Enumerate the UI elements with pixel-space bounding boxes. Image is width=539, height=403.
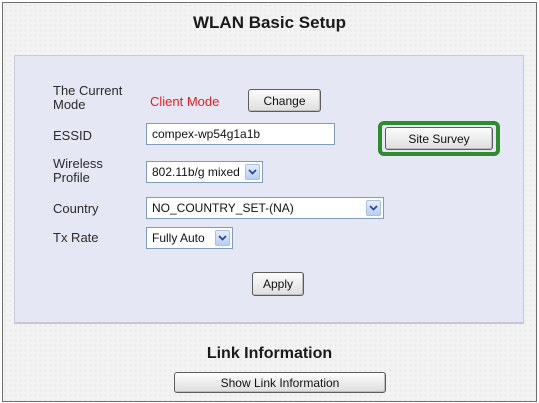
country-value: NO_COUNTRY_SET-(NA): [152, 201, 294, 215]
page-title: WLAN Basic Setup: [192, 13, 347, 32]
apply-button[interactable]: Apply: [252, 272, 304, 296]
country-label: Country: [53, 201, 99, 216]
tx-rate-select[interactable]: Fully Auto: [146, 227, 233, 249]
link-information-title: Link Information: [206, 345, 333, 362]
current-mode-label: The Current Mode: [53, 83, 123, 112]
essid-input[interactable]: compex-wp54g1a1b: [146, 123, 335, 145]
wireless-profile-select[interactable]: 802.11b/g mixed: [146, 161, 263, 183]
change-button[interactable]: Change: [248, 89, 321, 112]
tx-rate-value: Fully Auto: [152, 231, 205, 245]
current-mode-value: Client Mode: [150, 94, 220, 109]
show-link-information-button[interactable]: Show Link Information: [174, 372, 386, 393]
wireless-profile-value: 802.11b/g mixed: [152, 165, 240, 179]
tx-rate-label: Tx Rate: [53, 230, 99, 245]
section-divider: [14, 323, 524, 324]
wireless-profile-label: Wireless Profile: [53, 156, 103, 185]
chevron-down-icon[interactable]: [215, 230, 230, 246]
site-survey-button[interactable]: Site Survey: [385, 127, 493, 150]
country-select[interactable]: NO_COUNTRY_SET-(NA): [146, 197, 384, 219]
essid-label: ESSID: [53, 128, 93, 143]
chevron-down-icon[interactable]: [366, 200, 381, 216]
chevron-down-icon[interactable]: [245, 164, 260, 180]
